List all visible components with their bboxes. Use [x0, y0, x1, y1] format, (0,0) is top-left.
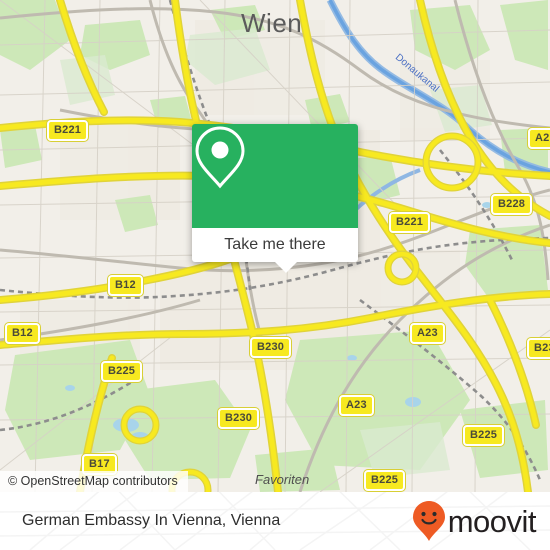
road-shield: A23: [410, 323, 445, 344]
road-shield: A23: [339, 395, 374, 416]
moovit-smiley-pin-icon: [412, 501, 445, 541]
road-shield: B230: [218, 408, 260, 429]
popup-tail: [275, 262, 297, 273]
take-me-there-label: Take me there: [224, 236, 326, 253]
screenshot-root: Wien Favoriten Donaukanal B221 B221 B228…: [0, 0, 550, 550]
take-me-there-button[interactable]: Take me there: [192, 228, 358, 262]
popup-icon-area: [192, 124, 358, 228]
road-shield: B225: [101, 361, 143, 382]
map-label-district: Favoriten: [255, 472, 310, 487]
road-shield: B228: [491, 194, 533, 215]
place-title: German Embassy In Vienna, Vienna: [22, 512, 281, 529]
moovit-logo[interactable]: moovit: [412, 500, 537, 542]
road-shield: B12: [5, 323, 40, 344]
road-shield: B221: [389, 212, 431, 233]
map-popup-card[interactable]: Take me there: [192, 124, 358, 262]
road-shield: B12: [108, 275, 143, 296]
road-shield: B225: [364, 470, 406, 491]
moovit-wordmark: moovit: [447, 503, 537, 539]
map-canvas[interactable]: Wien Favoriten Donaukanal B221 B221 B228…: [0, 0, 550, 492]
osm-attribution[interactable]: © OpenStreetMap contributors: [0, 471, 188, 492]
road-shield: A2: [528, 128, 550, 149]
road-shield: B230: [250, 337, 292, 358]
road-shield: B225: [463, 425, 505, 446]
road-shield: B221: [47, 120, 89, 141]
location-pin-icon: [195, 126, 245, 189]
road-shield: B230: [527, 338, 550, 359]
map-label-city: Wien: [241, 8, 303, 38]
footer-bar: German Embassy In Vienna, Vienna moovit: [0, 492, 550, 550]
